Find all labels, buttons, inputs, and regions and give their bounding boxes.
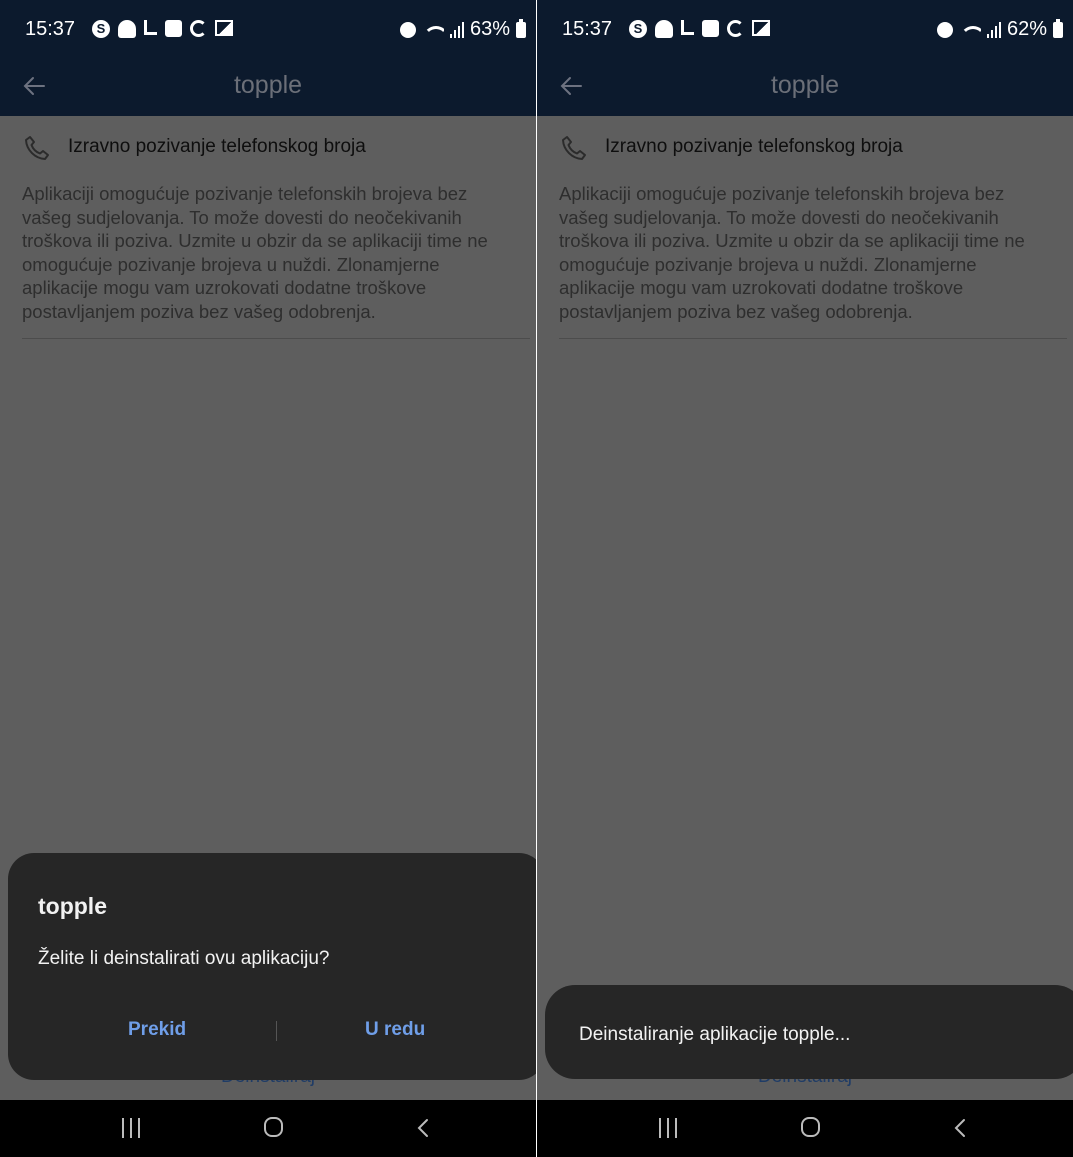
uninstall-dialog: topple Želite li deinstalirati ovu aplik… (8, 853, 536, 1080)
signal-icon (449, 21, 464, 38)
battery-percent: 62% (1006, 18, 1047, 40)
alarm-icon (936, 21, 953, 38)
status-bar: 15:37 S 62% (537, 0, 1073, 60)
image-icon (752, 20, 770, 36)
app-bar: topple (0, 60, 536, 116)
battery-icon (1053, 18, 1063, 38)
permission-title: Izravno pozivanje telefonskog broja (68, 136, 366, 157)
phone-icon (25, 136, 49, 160)
system-indicators: 63% (399, 18, 526, 41)
download-icon (681, 20, 694, 35)
recents-icon[interactable] (122, 1118, 140, 1138)
home-icon[interactable] (264, 1117, 283, 1137)
cancel-button[interactable]: Prekid (128, 1019, 186, 1041)
recents-icon[interactable] (659, 1118, 677, 1138)
permission-description: Aplikaciji omogućuje pozivanje telefonsk… (22, 183, 488, 322)
dialog-title: topple (38, 893, 107, 919)
signal-icon (986, 21, 1001, 38)
system-indicators: 62% (936, 18, 1063, 41)
dialog-message: Želite li deinstalirati ovu aplikaciju? (38, 948, 330, 969)
s-app-icon: S (629, 20, 647, 38)
image-icon (215, 20, 233, 36)
app-bar: topple (537, 60, 1073, 116)
wifi-icon (959, 22, 981, 38)
phone-icon (562, 136, 586, 160)
permission-description: Aplikaciji omogućuje pozivanje telefonsk… (559, 183, 1025, 322)
check-icon (165, 20, 182, 37)
notification-icons: S (629, 20, 770, 38)
person-icon (655, 20, 673, 38)
screen-uninstalling: 15:37 S 62% topple Izravno pozivanje tel… (537, 0, 1073, 1157)
button-separator (276, 1021, 277, 1041)
navigation-bar (0, 1100, 536, 1157)
navigation-bar (537, 1100, 1073, 1157)
download-icon (144, 20, 157, 35)
uninstalling-toast: Deinstaliranje aplikacije topple... (545, 985, 1073, 1079)
home-icon[interactable] (801, 1117, 820, 1137)
nav-back-icon[interactable] (949, 1116, 973, 1140)
ok-button[interactable]: U redu (365, 1019, 425, 1041)
alarm-icon (399, 21, 416, 38)
battery-percent: 63% (469, 18, 510, 40)
status-time: 15:37 (562, 18, 613, 40)
app-title: topple (770, 71, 840, 99)
divider (22, 338, 530, 339)
person-icon (118, 20, 136, 38)
sync-icon (190, 20, 207, 37)
nav-back-icon[interactable] (412, 1116, 436, 1140)
sync-icon (727, 20, 744, 37)
status-bar: 15:37 S 63% (0, 0, 536, 60)
check-icon (702, 20, 719, 37)
screen-uninstall-confirm: 15:37 S 63% topple Izravno pozivanje tel… (0, 0, 536, 1157)
battery-icon (516, 18, 526, 38)
permission-row: Izravno pozivanje telefonskog broja (561, 134, 1063, 164)
permission-title: Izravno pozivanje telefonskog broja (605, 136, 903, 157)
notification-icons: S (92, 20, 233, 38)
wifi-icon (422, 22, 444, 38)
toast-text: Deinstaliranje aplikacije topple... (579, 1024, 851, 1045)
s-app-icon: S (92, 20, 110, 38)
divider (559, 338, 1067, 339)
status-time: 15:37 (25, 18, 76, 40)
app-title: topple (233, 71, 303, 99)
permission-row: Izravno pozivanje telefonskog broja (24, 134, 526, 164)
